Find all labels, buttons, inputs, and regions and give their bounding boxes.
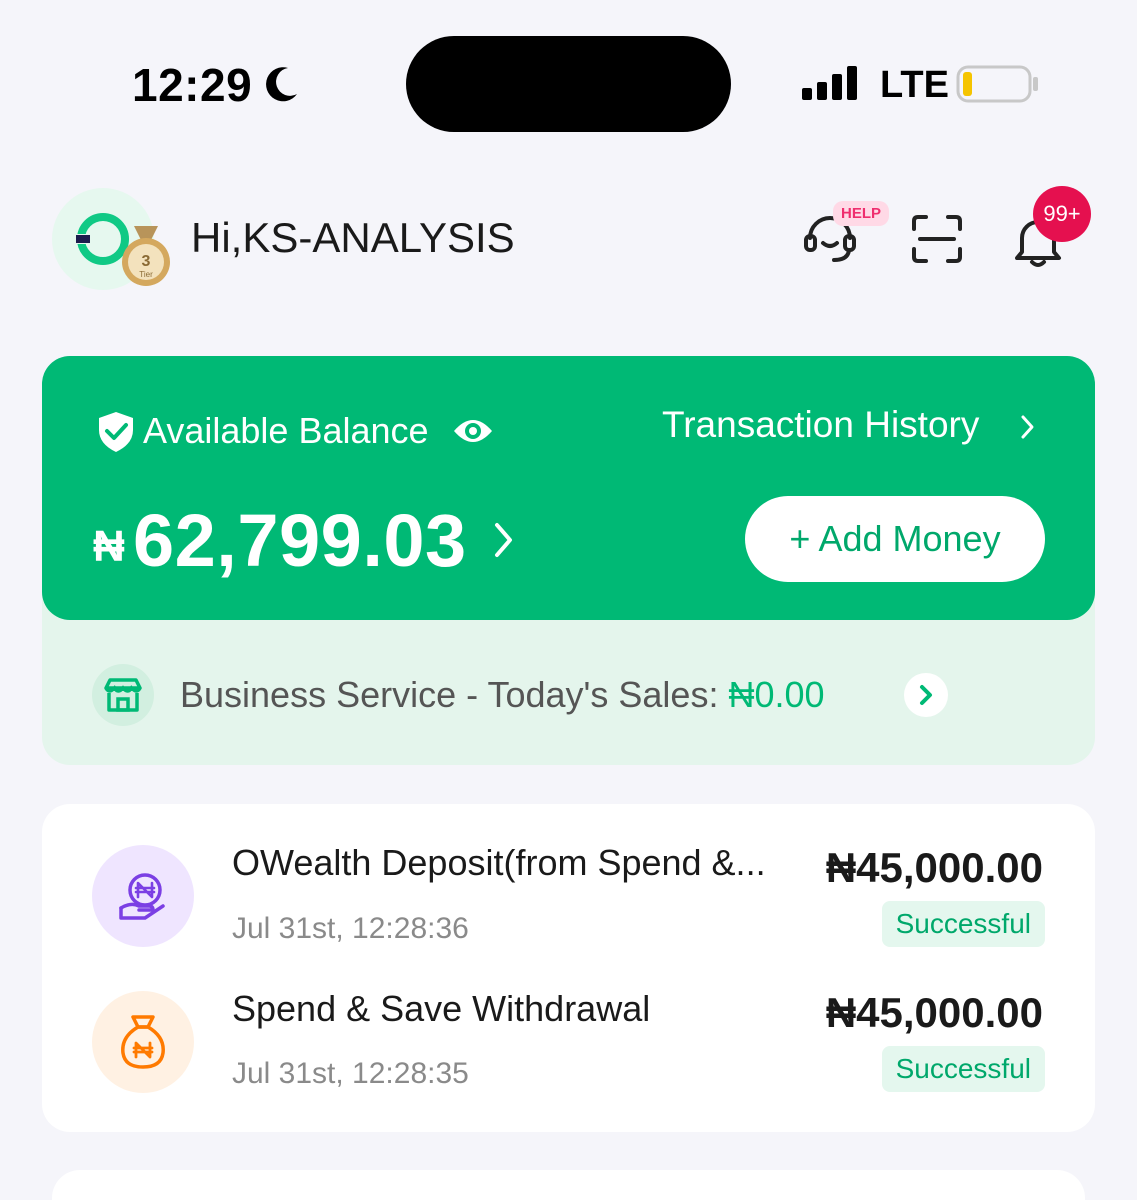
balance-amount[interactable]: 62,799.03 (133, 498, 467, 583)
battery-icon (956, 65, 1038, 103)
transaction-time: Jul 31st, 12:28:36 (232, 912, 469, 945)
eye-icon[interactable] (452, 413, 494, 449)
help-tag[interactable]: HELP (833, 201, 890, 226)
transaction-title: OWealth Deposit(from Spend &... (232, 842, 766, 883)
transaction-amount: ₦45,000.00 (825, 989, 1043, 1036)
notification-badge: 99+ (1033, 186, 1091, 242)
phone-screen: 12:29 LTE 3 Tier Hi,KS-ANALYSIS HELP 99+… (0, 0, 1137, 1200)
store-icon (92, 664, 154, 726)
transaction-title: Spend & Save Withdrawal (232, 988, 651, 1029)
business-service-text: Business Service - Today's Sales: (180, 674, 729, 715)
business-service-label: Business Service - Today's Sales: ₦0.00 (180, 674, 825, 716)
scan-icon[interactable] (910, 213, 964, 265)
moon-icon (266, 67, 297, 102)
business-service-arrow[interactable] (904, 673, 948, 717)
svg-text:Tier: Tier (139, 270, 153, 279)
transaction-amount: ₦45,000.00 (825, 844, 1043, 891)
tier-medal-icon: 3 Tier (122, 226, 170, 286)
network-type: LTE (880, 64, 949, 106)
status-time: 12:29 (132, 59, 253, 111)
dynamic-island (406, 36, 731, 132)
todays-sales-amount: ₦0.00 (728, 674, 825, 715)
next-card (52, 1170, 1085, 1200)
currency-symbol: ₦ (93, 522, 125, 571)
status-badge: Successful (881, 901, 1045, 947)
greeting-text: Hi,KS-ANALYSIS (191, 214, 515, 261)
svg-text:3: 3 (142, 253, 151, 270)
chevron-right-icon (920, 685, 932, 705)
shield-check-icon (99, 412, 133, 452)
chevron-right-icon[interactable] (1020, 414, 1036, 440)
signal-icon (802, 66, 857, 100)
owealth-deposit-icon (92, 845, 194, 947)
status-badge: Successful (881, 1046, 1045, 1092)
transaction-history-link[interactable]: Transaction History (662, 404, 979, 446)
transaction-time: Jul 31st, 12:28:35 (232, 1057, 469, 1090)
add-money-button[interactable]: + Add Money (745, 496, 1045, 582)
available-balance-label: Available Balance (143, 410, 429, 451)
chevron-right-icon[interactable] (492, 520, 516, 560)
money-bag-icon (92, 991, 194, 1093)
